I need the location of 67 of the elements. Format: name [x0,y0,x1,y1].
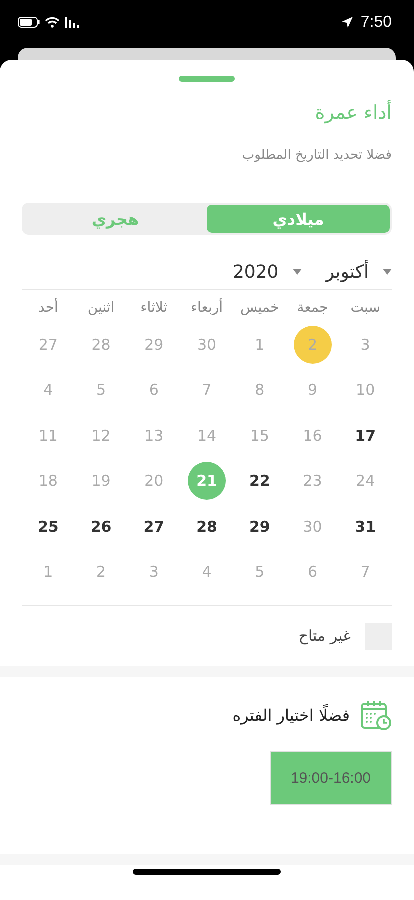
calendar-day[interactable]: 19 [82,462,120,500]
calendar-day[interactable]: 5 [240,553,279,592]
calendar-day[interactable]: 15 [240,416,279,455]
status-time: 7:50 [360,14,392,32]
calendar-day[interactable]: 30 [188,326,226,364]
calendar-day[interactable]: 23 [294,462,332,500]
calendar-day[interactable]: 11 [29,416,68,455]
calendar-day[interactable]: 10 [346,371,385,410]
calendar-type-tab[interactable]: ميلادي [207,205,390,233]
sheet-subtitle: فضلا تحديد التاريخ المطلوب [241,148,392,163]
calendar-day[interactable]: 28 [188,508,226,546]
sheet-title: أداء عمرة [314,102,392,124]
calendar-day[interactable]: 24 [346,462,385,500]
calendar-day[interactable]: 5 [82,371,120,410]
calendar-day[interactable]: 31 [346,508,385,546]
signal-icon [65,17,81,28]
calendar-day[interactable]: 9 [294,371,332,410]
weekday-label: جمعة [296,299,330,318]
caret-icon [383,269,392,275]
year-dropdown[interactable]: 2020 [232,262,302,282]
calendar-day[interactable]: 8 [240,371,279,410]
drag-handle[interactable] [179,76,235,82]
calendar-clock-icon [360,699,392,731]
weekday-label: ثلاثاء [140,299,169,318]
calendar-day[interactable]: 20 [135,462,174,500]
time-slot[interactable]: 19:00-16:00 [270,751,392,805]
weekday-label: أربعاء [190,297,224,318]
calendar-day[interactable]: 4 [188,553,226,592]
calendar-day[interactable]: 29 [240,508,279,546]
calendar-day[interactable]: 2 [294,326,332,364]
calendar-day[interactable]: 6 [294,553,332,592]
calendar-day[interactable]: 3 [135,553,174,592]
calendar-day[interactable]: 27 [29,326,68,364]
section-title: فضلًا اختيار الفتره [232,706,350,724]
calendar-day[interactable]: 12 [82,416,120,455]
calendar-day[interactable]: 7 [346,553,385,592]
calendar-day[interactable]: 7 [188,371,226,410]
calendar-day[interactable]: 17 [346,416,385,455]
calendar-day[interactable]: 26 [82,508,120,546]
month-dropdown[interactable]: أكتوبر [326,262,392,282]
weekday-label: اثنين [86,299,116,318]
calendar-day[interactable]: 30 [294,508,332,546]
caret-icon [292,269,302,275]
calendar-day[interactable]: 14 [188,416,226,455]
calendar-type-tab[interactable]: هجري [24,205,207,233]
calendar-day[interactable]: 27 [135,508,174,546]
calendar-day[interactable]: 1 [240,326,279,364]
weekday-label: سبت [350,299,382,318]
calendar-day[interactable]: 3 [346,326,385,364]
calendar-day[interactable]: 18 [29,462,68,500]
location-arrow-icon [342,17,353,28]
legend-label: غير متاح [298,627,351,645]
calendar-day[interactable]: 28 [82,326,120,364]
calendar-day[interactable]: 4 [29,371,68,410]
calendar-day[interactable]: 1 [29,553,68,592]
calendar-day[interactable]: 13 [135,416,174,455]
calendar-day[interactable]: 29 [135,326,174,364]
calendar-day[interactable]: 6 [135,371,174,410]
wifi-icon [45,17,60,28]
weekday-label: أحد [37,297,60,318]
calendar-day[interactable]: 22 [240,462,279,500]
calendar-day[interactable]: 16 [294,416,332,455]
weekday-label: خميس [239,299,280,318]
calendar-day[interactable]: 21 [188,462,226,500]
calendar-day[interactable]: 25 [29,508,68,546]
battery-icon [18,17,40,28]
calendar-day[interactable]: 2 [82,553,120,592]
